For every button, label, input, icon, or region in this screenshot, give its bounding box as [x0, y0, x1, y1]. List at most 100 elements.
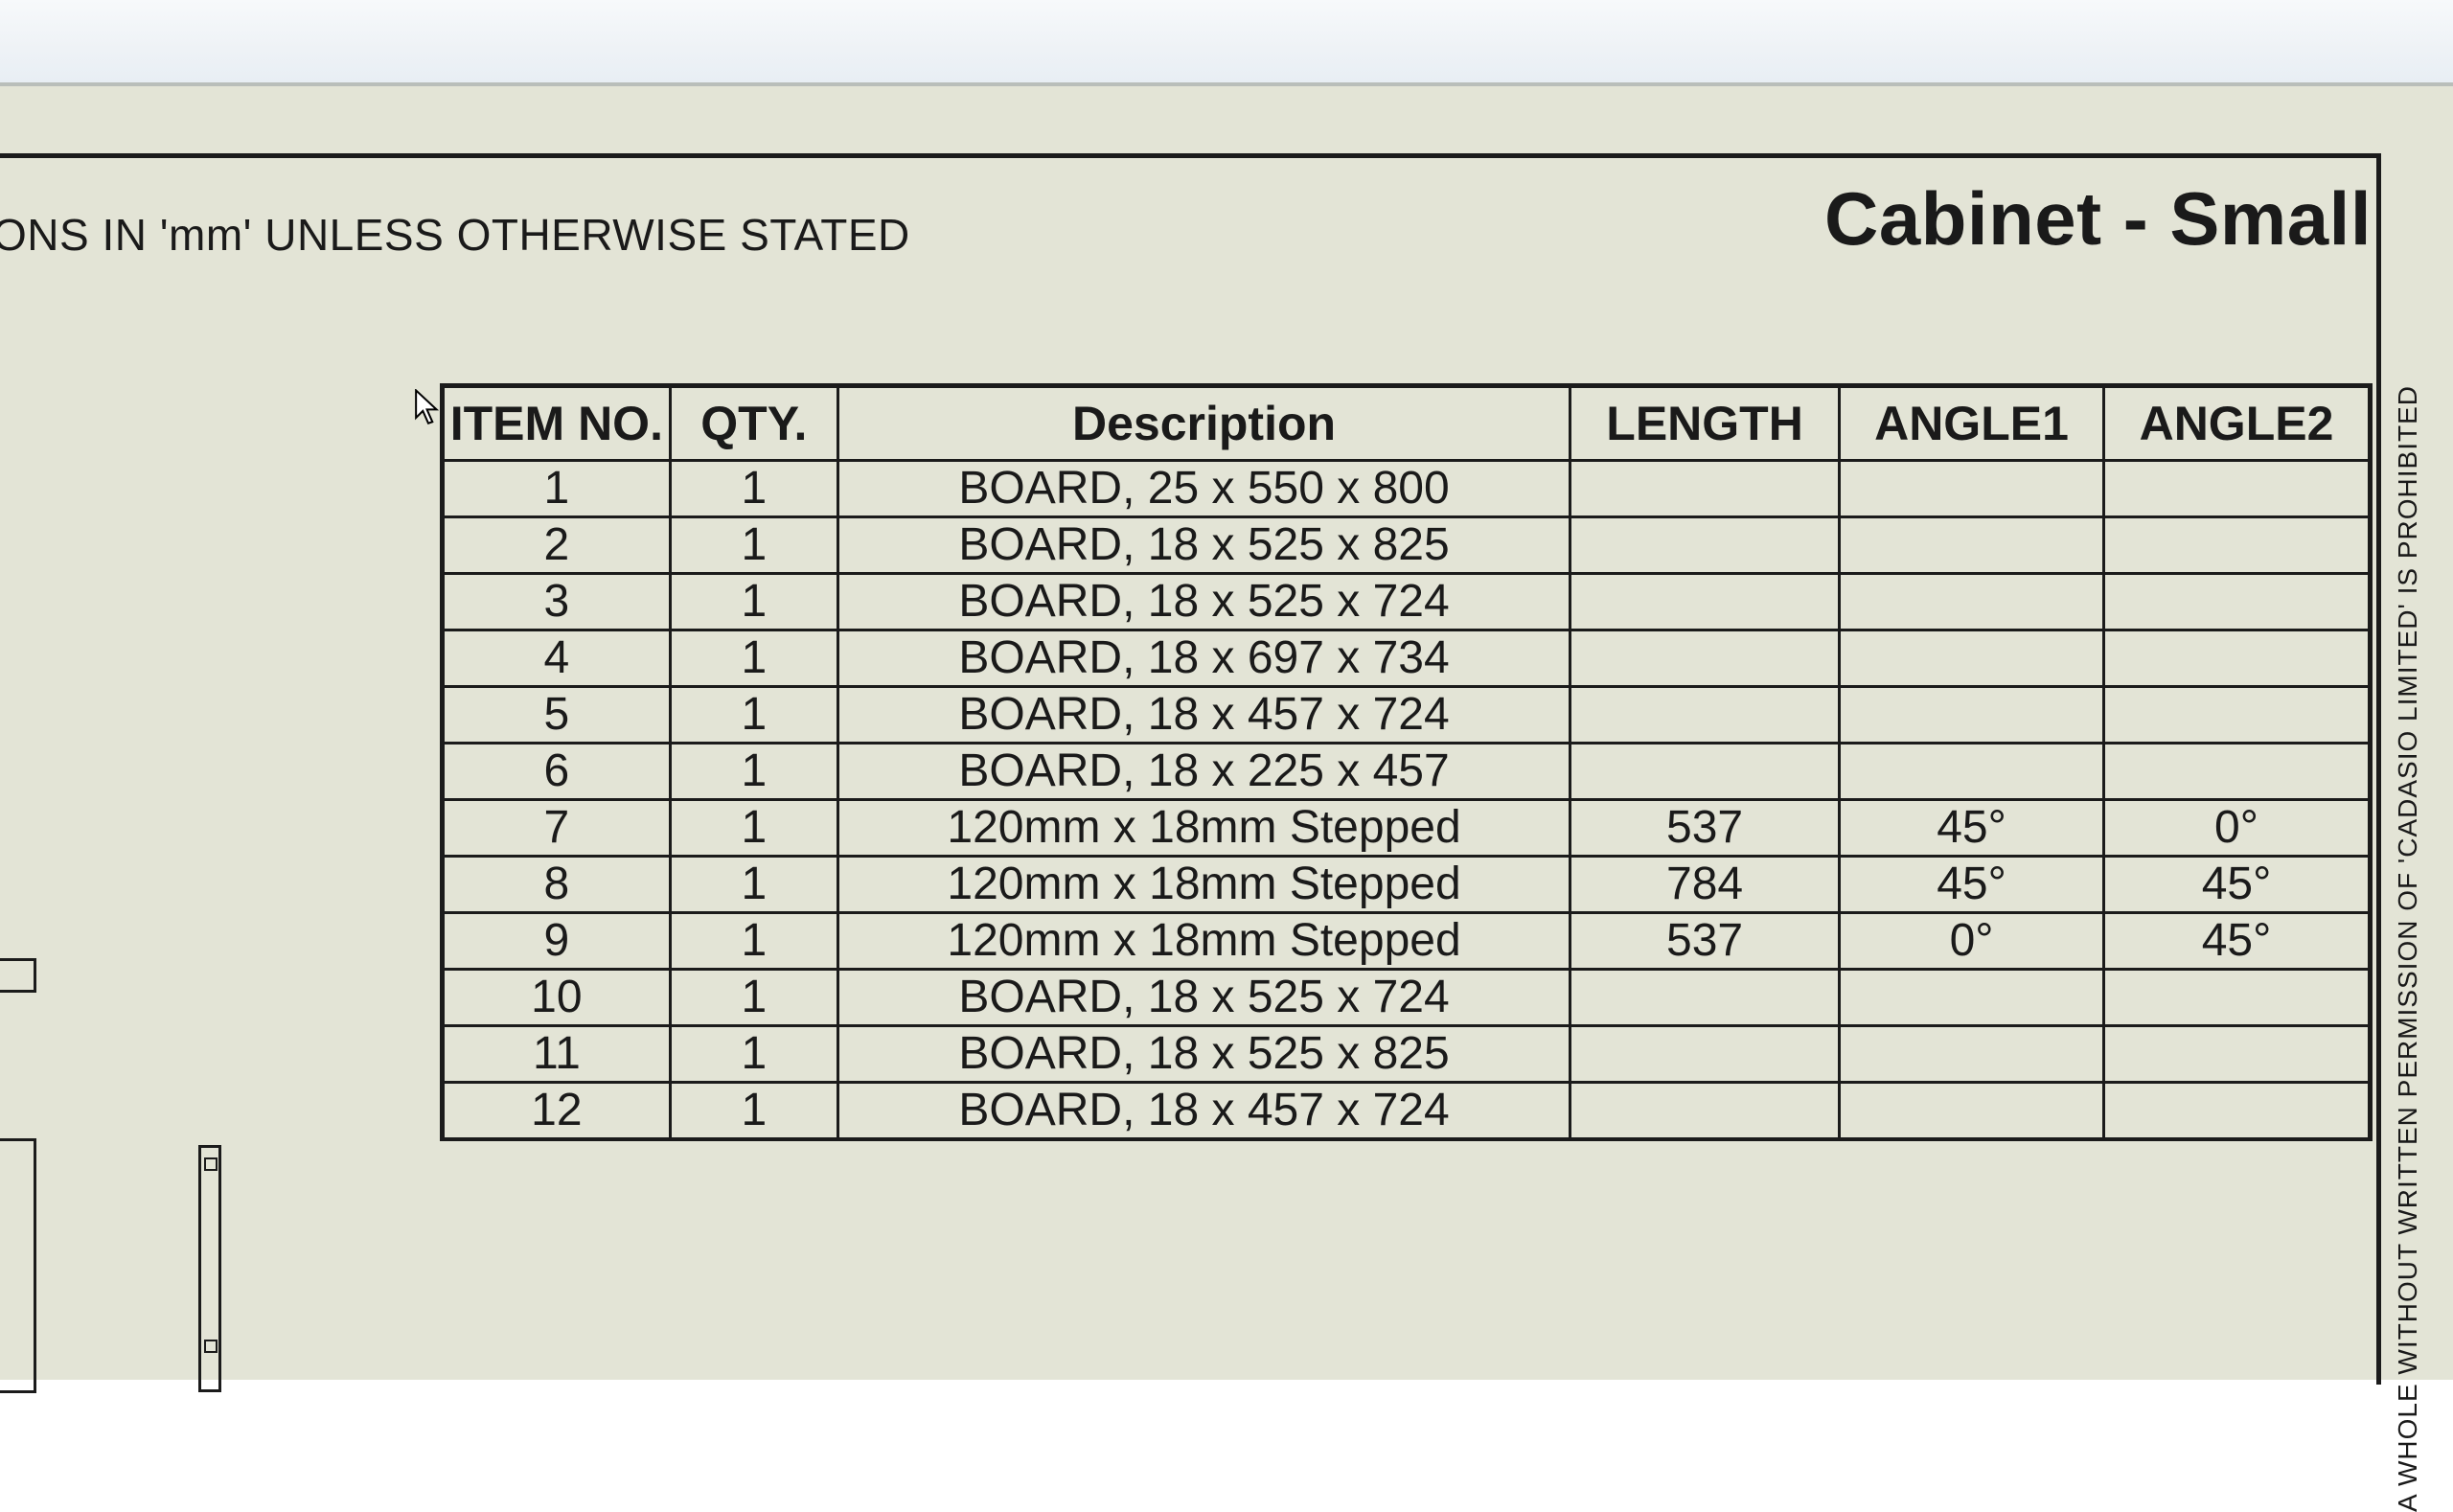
cell-qty: 1: [670, 1083, 837, 1140]
cell-angle2: [2104, 744, 2371, 800]
cell-angle1: [1840, 744, 2104, 800]
cell-qty: 1: [670, 461, 837, 517]
cell-qty: 1: [670, 970, 837, 1026]
cell-item-no: 7: [443, 800, 671, 857]
cell-item-no: 8: [443, 857, 671, 913]
cell-angle1: [1840, 630, 2104, 687]
cell-angle2: [2104, 1026, 2371, 1083]
cell-qty: 1: [670, 857, 837, 913]
cell-qty: 1: [670, 800, 837, 857]
cell-description: BOARD, 18 x 525 x 724: [837, 970, 1570, 1026]
cell-angle2: [2104, 574, 2371, 630]
cell-description: BOARD, 18 x 457 x 724: [837, 687, 1570, 744]
cell-qty: 1: [670, 630, 837, 687]
cell-angle1: [1840, 1083, 2104, 1140]
cell-length: [1570, 744, 1840, 800]
cell-angle2: [2104, 630, 2371, 687]
col-angle1: ANGLE1: [1840, 386, 2104, 461]
copyright-strip: A WHOLE WITHOUT WRITTEN PERMISSION OF 'C…: [2384, 508, 2432, 1389]
partial-view-fragment: [0, 958, 36, 993]
cell-description: 120mm x 18mm Stepped: [837, 857, 1570, 913]
cell-description: BOARD, 25 x 550 x 800: [837, 461, 1570, 517]
bom-header-row: ITEM NO. QTY. Description LENGTH ANGLE1 …: [443, 386, 2371, 461]
app-background: [0, 0, 2453, 82]
cell-length: 537: [1570, 913, 1840, 970]
col-length: LENGTH: [1570, 386, 1840, 461]
cell-angle2: [2104, 517, 2371, 574]
partial-view-fragment: [0, 1138, 36, 1393]
copyright-text: A WHOLE WITHOUT WRITTEN PERMISSION OF 'C…: [2393, 385, 2423, 1512]
cell-length: [1570, 1026, 1840, 1083]
cell-description: BOARD, 18 x 525 x 825: [837, 517, 1570, 574]
cell-length: [1570, 1083, 1840, 1140]
dimensions-note: ONS IN 'mm' UNLESS OTHERWISE STATED: [0, 209, 910, 261]
cell-item-no: 2: [443, 517, 671, 574]
cell-length: [1570, 630, 1840, 687]
table-row[interactable]: 11BOARD, 25 x 550 x 800: [443, 461, 2371, 517]
table-row[interactable]: 61BOARD, 18 x 225 x 457: [443, 744, 2371, 800]
cell-angle1: [1840, 517, 2104, 574]
cell-description: BOARD, 18 x 225 x 457: [837, 744, 1570, 800]
cell-item-no: 6: [443, 744, 671, 800]
cell-length: 537: [1570, 800, 1840, 857]
cell-description: BOARD, 18 x 525 x 724: [837, 574, 1570, 630]
cell-qty: 1: [670, 574, 837, 630]
cell-length: [1570, 461, 1840, 517]
table-row[interactable]: 101BOARD, 18 x 525 x 724: [443, 970, 2371, 1026]
table-row[interactable]: 111BOARD, 18 x 525 x 825: [443, 1026, 2371, 1083]
cell-angle1: 0°: [1840, 913, 2104, 970]
cell-length: [1570, 517, 1840, 574]
cell-item-no: 9: [443, 913, 671, 970]
cell-angle1: 45°: [1840, 857, 2104, 913]
cell-angle1: [1840, 461, 2104, 517]
cell-angle2: [2104, 461, 2371, 517]
cell-description: 120mm x 18mm Stepped: [837, 800, 1570, 857]
table-row[interactable]: 71120mm x 18mm Stepped53745°0°: [443, 800, 2371, 857]
cell-qty: 1: [670, 913, 837, 970]
bom-table[interactable]: ITEM NO. QTY. Description LENGTH ANGLE1 …: [440, 383, 2373, 1141]
cell-item-no: 3: [443, 574, 671, 630]
cell-angle2: [2104, 687, 2371, 744]
table-row[interactable]: 51BOARD, 18 x 457 x 724: [443, 687, 2371, 744]
cell-angle1: [1840, 1026, 2104, 1083]
cell-description: BOARD, 18 x 457 x 724: [837, 1083, 1570, 1140]
cell-angle2: [2104, 1083, 2371, 1140]
cell-qty: 1: [670, 744, 837, 800]
cell-length: [1570, 574, 1840, 630]
cell-item-no: 10: [443, 970, 671, 1026]
partial-view-fragment: [198, 1145, 221, 1392]
cell-angle2: 0°: [2104, 800, 2371, 857]
table-row[interactable]: 21BOARD, 18 x 525 x 825: [443, 517, 2371, 574]
cell-item-no: 12: [443, 1083, 671, 1140]
cell-length: [1570, 970, 1840, 1026]
cell-angle1: [1840, 970, 2104, 1026]
table-row[interactable]: 121BOARD, 18 x 457 x 724: [443, 1083, 2371, 1140]
cell-item-no: 1: [443, 461, 671, 517]
table-row[interactable]: 81120mm x 18mm Stepped78445°45°: [443, 857, 2371, 913]
cell-qty: 1: [670, 687, 837, 744]
col-angle2: ANGLE2: [2104, 386, 2371, 461]
cell-angle1: [1840, 574, 2104, 630]
cell-item-no: 5: [443, 687, 671, 744]
table-row[interactable]: 31BOARD, 18 x 525 x 724: [443, 574, 2371, 630]
cell-angle2: 45°: [2104, 857, 2371, 913]
cell-length: [1570, 687, 1840, 744]
cell-description: BOARD, 18 x 697 x 734: [837, 630, 1570, 687]
cell-description: BOARD, 18 x 525 x 825: [837, 1026, 1570, 1083]
cell-item-no: 11: [443, 1026, 671, 1083]
cell-angle1: [1840, 687, 2104, 744]
cell-qty: 1: [670, 1026, 837, 1083]
cell-description: 120mm x 18mm Stepped: [837, 913, 1570, 970]
col-description: Description: [837, 386, 1570, 461]
cell-angle1: 45°: [1840, 800, 2104, 857]
cell-length: 784: [1570, 857, 1840, 913]
cell-qty: 1: [670, 517, 837, 574]
col-item-no: ITEM NO.: [443, 386, 671, 461]
cell-item-no: 4: [443, 630, 671, 687]
table-row[interactable]: 91120mm x 18mm Stepped5370°45°: [443, 913, 2371, 970]
cell-angle2: 45°: [2104, 913, 2371, 970]
drawing-title: Cabinet - Small: [1824, 175, 2372, 263]
col-qty: QTY.: [670, 386, 837, 461]
table-row[interactable]: 41BOARD, 18 x 697 x 734: [443, 630, 2371, 687]
cell-angle2: [2104, 970, 2371, 1026]
